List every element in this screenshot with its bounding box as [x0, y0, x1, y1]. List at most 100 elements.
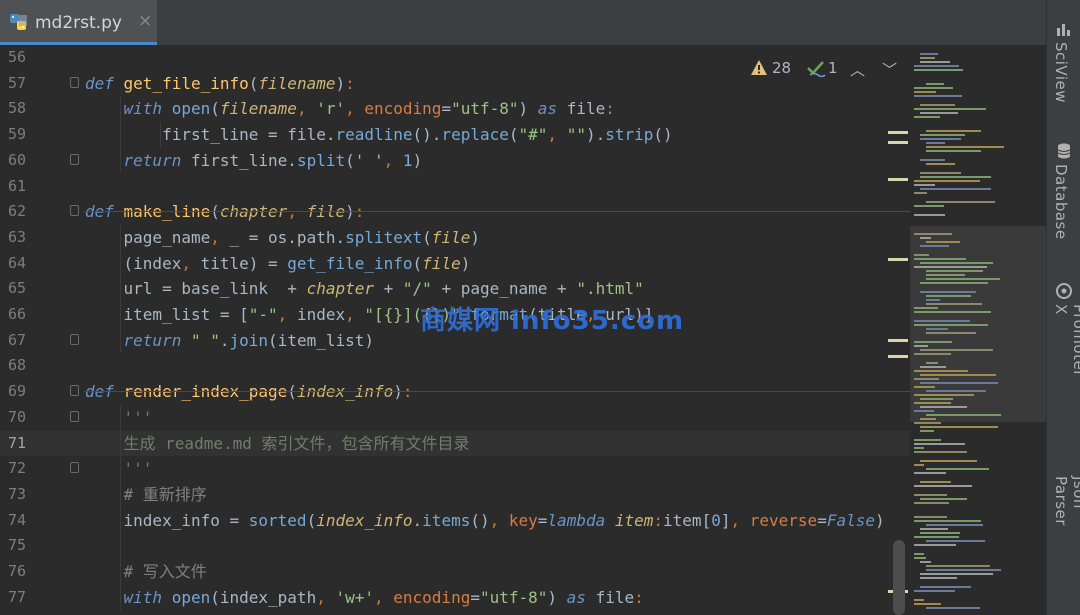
minimap-line	[914, 439, 941, 441]
minimap-line	[914, 590, 956, 592]
code-line[interactable]: 75	[0, 533, 910, 559]
code-line[interactable]: 77 with open(index_path, 'w+', encoding=…	[0, 585, 910, 611]
line-number[interactable]: 65	[0, 276, 26, 302]
minimap-line	[914, 402, 952, 404]
line-number[interactable]: 73	[0, 482, 26, 508]
ide-window: md2rst.py × 56 57 def get_file_info(filena…	[0, 0, 1080, 615]
minimap-line	[914, 205, 944, 207]
code-line[interactable]: 70 '''	[0, 405, 910, 431]
fold-marker-icon[interactable]	[70, 385, 79, 397]
line-number[interactable]: 56	[0, 45, 26, 71]
code-line[interactable]: 59 first_line = file.readline().replace(…	[0, 122, 910, 148]
code-line[interactable]: 68	[0, 353, 910, 379]
line-number[interactable]: 70	[0, 405, 26, 431]
minimap-line	[926, 83, 945, 85]
line-number[interactable]: 74	[0, 508, 26, 534]
code-text: with open(index_path, 'w+', encoding="ut…	[123, 587, 644, 607]
line-number[interactable]: 60	[0, 148, 26, 174]
stripe-mark[interactable]	[888, 131, 908, 134]
minimap-line	[926, 270, 984, 272]
minimap-line	[914, 502, 949, 504]
line-number[interactable]: 72	[0, 456, 26, 482]
code-line[interactable]: 74 index_info = sorted(index_info.items(…	[0, 508, 910, 534]
minimap-line	[926, 150, 981, 152]
stripe-mark[interactable]	[888, 355, 908, 358]
minimap-line	[914, 180, 980, 182]
minimap-line	[920, 53, 939, 55]
line-number[interactable]: 64	[0, 251, 26, 277]
minimap-line	[914, 108, 986, 110]
line-number[interactable]: 69	[0, 379, 26, 405]
minimap-line	[914, 544, 956, 546]
code-line[interactable]: 62 def make_line(chapter, file):	[0, 199, 910, 225]
code-line[interactable]: 58 with open(filename, 'r', encoding="ut…	[0, 96, 910, 122]
stripe-mark[interactable]	[888, 339, 908, 342]
minimap-line	[920, 138, 961, 140]
minimap-line	[914, 95, 963, 97]
code-text: def make_line(chapter, file):	[85, 202, 364, 222]
minimap-line	[914, 266, 987, 268]
minimap-line	[914, 494, 947, 496]
code-text: with open(filename, 'r', encoding="utf-8…	[123, 99, 615, 119]
minimap-line	[920, 291, 976, 293]
fold-marker-icon[interactable]	[70, 410, 79, 422]
line-number[interactable]: 71	[0, 431, 26, 457]
minimap-line	[914, 553, 924, 555]
stripe-mark[interactable]	[888, 258, 908, 261]
minimap-line	[920, 237, 931, 239]
code-minimap[interactable]	[910, 45, 1046, 615]
editor-scrollbar[interactable]	[893, 540, 905, 615]
line-number[interactable]: 76	[0, 559, 26, 585]
fold-marker-icon[interactable]	[70, 76, 79, 88]
code-line[interactable]: 73 # 重新排序	[0, 482, 910, 508]
minimap-line	[920, 176, 992, 178]
code-line[interactable]: 65 url = base_link + chapter + "/" + pag…	[0, 276, 910, 302]
fold-marker-icon[interactable]	[70, 462, 79, 474]
previous-highlight-icon[interactable]: ︿	[850, 59, 865, 80]
fold-marker-icon[interactable]	[70, 205, 79, 217]
minimap-line	[926, 569, 1002, 571]
code-line[interactable]: 76 # 写入文件	[0, 559, 910, 585]
minimap-line	[914, 422, 942, 424]
code-line[interactable]: 72 '''	[0, 456, 910, 482]
minimap-line	[926, 332, 976, 334]
close-icon[interactable]: ×	[138, 11, 152, 31]
tool-label-key-promoter: Key Promoter X	[1052, 304, 1080, 377]
line-number[interactable]: 57	[0, 71, 26, 97]
code-line[interactable]: 69 def render_index_page(index_info):	[0, 379, 910, 405]
minimap-line	[914, 65, 959, 67]
line-number[interactable]: 61	[0, 174, 26, 200]
stripe-mark[interactable]	[888, 178, 908, 181]
code-text: (index, title) = get_file_info(file)	[85, 253, 471, 273]
line-number[interactable]: 67	[0, 328, 26, 354]
code-line[interactable]: 64 (index, title) = get_file_info(file)	[0, 251, 910, 277]
code-line[interactable]: 60 return first_line.split(' ', 1)	[0, 148, 910, 174]
next-highlight-icon[interactable]: ﹀	[882, 59, 897, 80]
minimap-line	[914, 320, 971, 322]
line-number[interactable]: 66	[0, 302, 26, 328]
code-line[interactable]: 61	[0, 174, 910, 200]
line-number[interactable]: 77	[0, 585, 26, 611]
minimap-line	[926, 278, 1001, 280]
minimap-line	[914, 353, 952, 355]
code-text: def get_file_info(filename):	[85, 73, 355, 93]
code-line[interactable]: 71 生成 readme.md 索引文件，包含所有文件目录	[0, 430, 910, 457]
minimap-line	[926, 565, 990, 567]
line-number[interactable]: 63	[0, 225, 26, 251]
tab-md2rst[interactable]: md2rst.py ×	[0, 0, 157, 45]
code-text: # 重新排序	[123, 484, 207, 504]
line-number[interactable]: 68	[0, 353, 26, 379]
line-number[interactable]: 58	[0, 96, 26, 122]
method-separator	[84, 390, 910, 392]
fold-marker-icon[interactable]	[70, 153, 79, 165]
fold-marker-icon[interactable]	[70, 333, 79, 345]
stripe-mark[interactable]	[888, 141, 908, 144]
right-tool-strip: SciView Database Key Promoter X Json Par…	[1046, 0, 1080, 615]
minimap-line	[914, 464, 925, 466]
line-number[interactable]: 59	[0, 122, 26, 148]
line-number[interactable]: 75	[0, 533, 26, 559]
minimap-line	[926, 274, 966, 276]
line-number[interactable]: 62	[0, 199, 26, 225]
code-line[interactable]: 63 page_name, _ = os.path.splitext(file)	[0, 225, 910, 251]
minimap-line	[914, 116, 940, 118]
